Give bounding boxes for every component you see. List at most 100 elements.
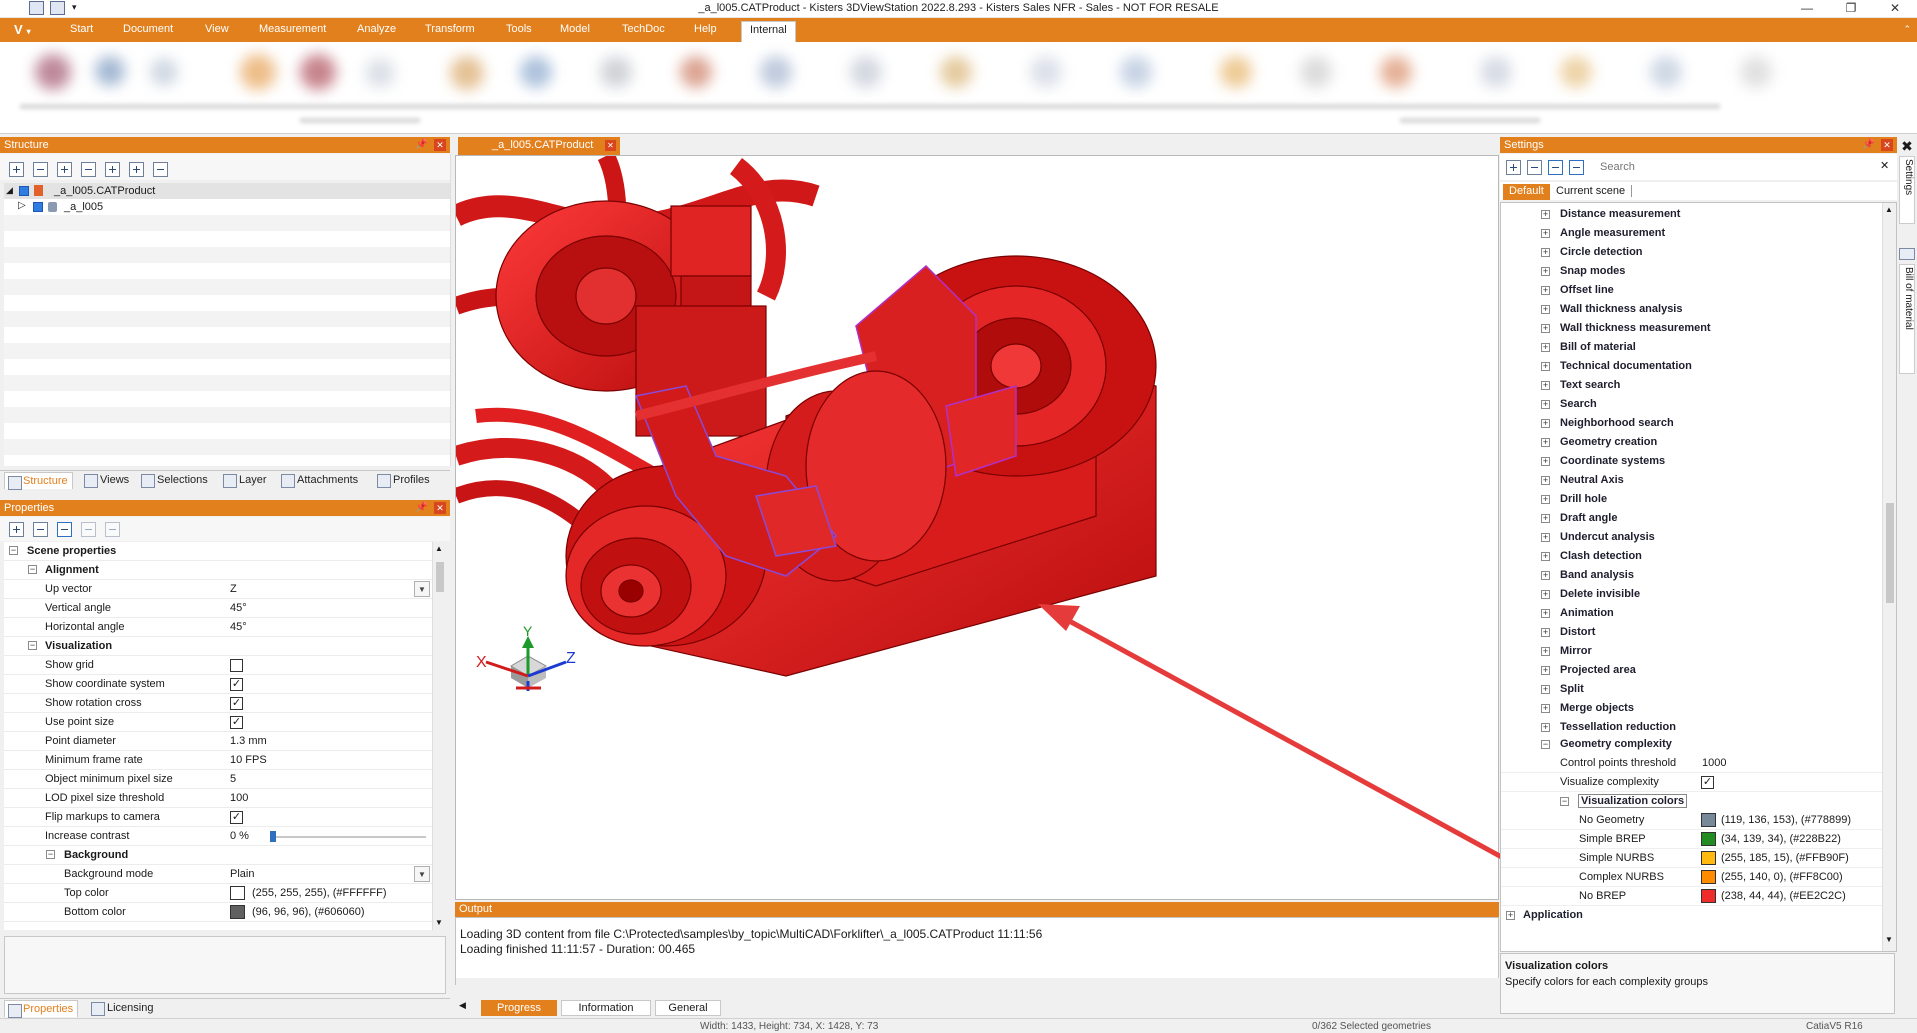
settings-group-item[interactable]: + Drill hole bbox=[1501, 490, 1882, 509]
settings-group-item[interactable]: + Projected area bbox=[1501, 661, 1882, 680]
tab-general[interactable]: General bbox=[655, 1000, 721, 1016]
tab-layer[interactable]: Layer bbox=[223, 474, 267, 488]
clear-search-icon[interactable]: ✕ bbox=[1880, 159, 1889, 172]
chevron-down-icon[interactable]: ▼ bbox=[414, 581, 430, 597]
expand-icon[interactable]: + bbox=[1541, 476, 1550, 485]
setting-color-row[interactable]: Simple BREP (34, 139, 34), (#228B22) bbox=[1501, 830, 1882, 849]
collapse-ribbon-icon[interactable]: ⌃ bbox=[1903, 24, 1911, 35]
prop-up-vector[interactable]: Up vector Z ▼ bbox=[4, 580, 432, 599]
settings-scrollbar[interactable]: ▲ ▼ bbox=[1882, 203, 1896, 951]
tab-views[interactable]: Views bbox=[84, 474, 129, 488]
expand-all-icon[interactable] bbox=[1506, 160, 1521, 175]
expand-icon[interactable]: + bbox=[1541, 704, 1550, 713]
prop-flip-markups[interactable]: Flip markups to camera ✓ bbox=[4, 808, 432, 827]
visibility-checkbox[interactable] bbox=[33, 202, 43, 212]
settings-group-item[interactable]: + Wall thickness analysis bbox=[1501, 300, 1882, 319]
settings-group-item[interactable]: + Delete invisible bbox=[1501, 585, 1882, 604]
setting-color-row[interactable]: No Geometry (119, 136, 153), (#778899) bbox=[1501, 811, 1882, 830]
expand-icon[interactable]: + bbox=[1541, 685, 1550, 694]
expand-icon[interactable]: + bbox=[1541, 400, 1550, 409]
settings-group-item[interactable]: + Mirror bbox=[1501, 642, 1882, 661]
tab-model[interactable]: Model bbox=[560, 23, 590, 35]
settings-group-item[interactable]: + Geometry creation bbox=[1501, 433, 1882, 452]
pin-icon[interactable]: 📌 bbox=[1863, 137, 1875, 153]
save-settings-icon[interactable] bbox=[1548, 160, 1563, 175]
settings-group-item[interactable]: + Neutral Axis bbox=[1501, 471, 1882, 490]
ribbon-blurred-icon[interactable] bbox=[95, 56, 125, 86]
settings-group-item[interactable]: + Snap modes bbox=[1501, 262, 1882, 281]
flip-markups-checkbox[interactable]: ✓ bbox=[230, 811, 243, 824]
ribbon-blurred-icon[interactable] bbox=[1300, 56, 1332, 88]
tab-techdoc[interactable]: TechDoc bbox=[622, 23, 665, 35]
group-visualization[interactable]: − Visualization bbox=[4, 637, 432, 656]
setting-control-points-threshold[interactable]: Control points threshold 1000 bbox=[1501, 754, 1882, 773]
expand-icon[interactable]: + bbox=[1541, 324, 1550, 333]
settings-group-item[interactable]: + Bill of material bbox=[1501, 338, 1882, 357]
visibility-checkbox[interactable] bbox=[19, 186, 29, 196]
tab-information[interactable]: Information bbox=[561, 1000, 651, 1016]
ribbon-blurred-icon[interactable] bbox=[1380, 56, 1412, 88]
tab-licensing[interactable]: Licensing bbox=[91, 1002, 153, 1016]
expand-level-icon[interactable] bbox=[57, 162, 72, 177]
expand-icon[interactable]: + bbox=[1541, 286, 1550, 295]
tab-internal[interactable]: Internal bbox=[741, 21, 796, 42]
ribbon-blurred-icon[interactable] bbox=[1120, 56, 1152, 88]
settings-group-item[interactable]: + Neighborhood search bbox=[1501, 414, 1882, 433]
ribbon-blurred-icon[interactable] bbox=[1480, 56, 1512, 88]
settings-group-item[interactable]: + Distance measurement bbox=[1501, 205, 1882, 224]
settings-tools-icon[interactable]: ✖ bbox=[1899, 138, 1915, 154]
sync-selection-icon[interactable] bbox=[153, 162, 168, 177]
expand-icon[interactable]: + bbox=[1541, 666, 1550, 675]
tab-structure[interactable]: Structure bbox=[4, 472, 73, 490]
prop-vertical-angle[interactable]: Vertical angle 45° bbox=[4, 599, 432, 618]
tab-profiles[interactable]: Profiles bbox=[377, 474, 430, 488]
settings-group-item[interactable]: + Search bbox=[1501, 395, 1882, 414]
ribbon-blurred-icon[interactable] bbox=[760, 56, 792, 88]
expand-selected-icon[interactable] bbox=[105, 162, 120, 177]
settings-group-item[interactable]: + Text search bbox=[1501, 376, 1882, 395]
pin-icon[interactable]: 📌 bbox=[416, 500, 428, 516]
ribbon-blurred-icon[interactable] bbox=[1560, 56, 1592, 88]
expand-icon[interactable]: + bbox=[1541, 514, 1550, 523]
color-swatch[interactable] bbox=[1701, 889, 1716, 903]
bill-of-material-icon[interactable] bbox=[1899, 248, 1915, 260]
tab-analyze[interactable]: Analyze bbox=[357, 23, 396, 35]
expand-icon[interactable]: + bbox=[1541, 609, 1550, 618]
expand-icon[interactable]: + bbox=[1541, 362, 1550, 371]
close-icon[interactable]: ✕ bbox=[1881, 139, 1893, 151]
settings-group-item[interactable]: + Wall thickness measurement bbox=[1501, 319, 1882, 338]
settings-group-visualization-colors[interactable]: − Visualization colors bbox=[1501, 792, 1882, 811]
ribbon-blurred-icon[interactable] bbox=[520, 56, 552, 88]
prop-object-minimum-pixel-size[interactable]: Object minimum pixel size 5 bbox=[4, 770, 432, 789]
tab-start[interactable]: Start bbox=[70, 23, 93, 35]
ribbon-blurred-icon[interactable] bbox=[680, 56, 712, 88]
ribbon-blurred-icon[interactable] bbox=[1220, 56, 1252, 88]
tree-collapsed-icon[interactable]: ▷ bbox=[18, 200, 26, 211]
expand-icon[interactable]: + bbox=[1541, 248, 1550, 257]
settings-group-item[interactable]: + Animation bbox=[1501, 604, 1882, 623]
tab-view[interactable]: View bbox=[205, 23, 229, 35]
setting-visualize-complexity[interactable]: Visualize complexity ✓ bbox=[1501, 773, 1882, 792]
tree-expanded-icon[interactable]: ◢ bbox=[6, 185, 13, 196]
forklift-axle-model[interactable]: X Y Z bbox=[456, 156, 1499, 900]
settings-group-application[interactable]: + Application bbox=[1501, 906, 1882, 925]
tab-selections[interactable]: Selections bbox=[141, 474, 208, 488]
prop-horizontal-angle[interactable]: Horizontal angle 45° bbox=[4, 618, 432, 637]
close-tab-icon[interactable]: ✕ bbox=[605, 140, 616, 151]
contrast-slider-handle[interactable] bbox=[270, 831, 276, 842]
tree-node-child[interactable]: ▷ _a_l005 bbox=[6, 200, 406, 215]
settings-group-geometry-complexity[interactable]: − Geometry complexity bbox=[1501, 735, 1882, 754]
color-swatch[interactable] bbox=[1701, 870, 1716, 884]
maximize-button[interactable]: ❐ bbox=[1839, 1, 1863, 16]
sidebar-tab-settings[interactable]: Settings bbox=[1899, 156, 1915, 224]
setting-color-row[interactable]: Complex NURBS (255, 140, 0), (#FF8C00) bbox=[1501, 868, 1882, 887]
setting-color-row[interactable]: Simple NURBS (255, 185, 15), (#FFB90F) bbox=[1501, 849, 1882, 868]
prop-use-point-size[interactable]: Use point size ✓ bbox=[4, 713, 432, 732]
tab-attachments[interactable]: Attachments bbox=[281, 474, 358, 488]
expand-icon[interactable]: + bbox=[1541, 590, 1550, 599]
ribbon-blurred-icon[interactable] bbox=[365, 58, 395, 88]
prop-minimum-frame-rate[interactable]: Minimum frame rate 10 FPS bbox=[4, 751, 432, 770]
group-scene-properties[interactable]: − Scene properties bbox=[4, 542, 432, 561]
tab-document[interactable]: Document bbox=[123, 23, 173, 35]
app-menu-button[interactable]: V ▾ bbox=[8, 21, 42, 39]
